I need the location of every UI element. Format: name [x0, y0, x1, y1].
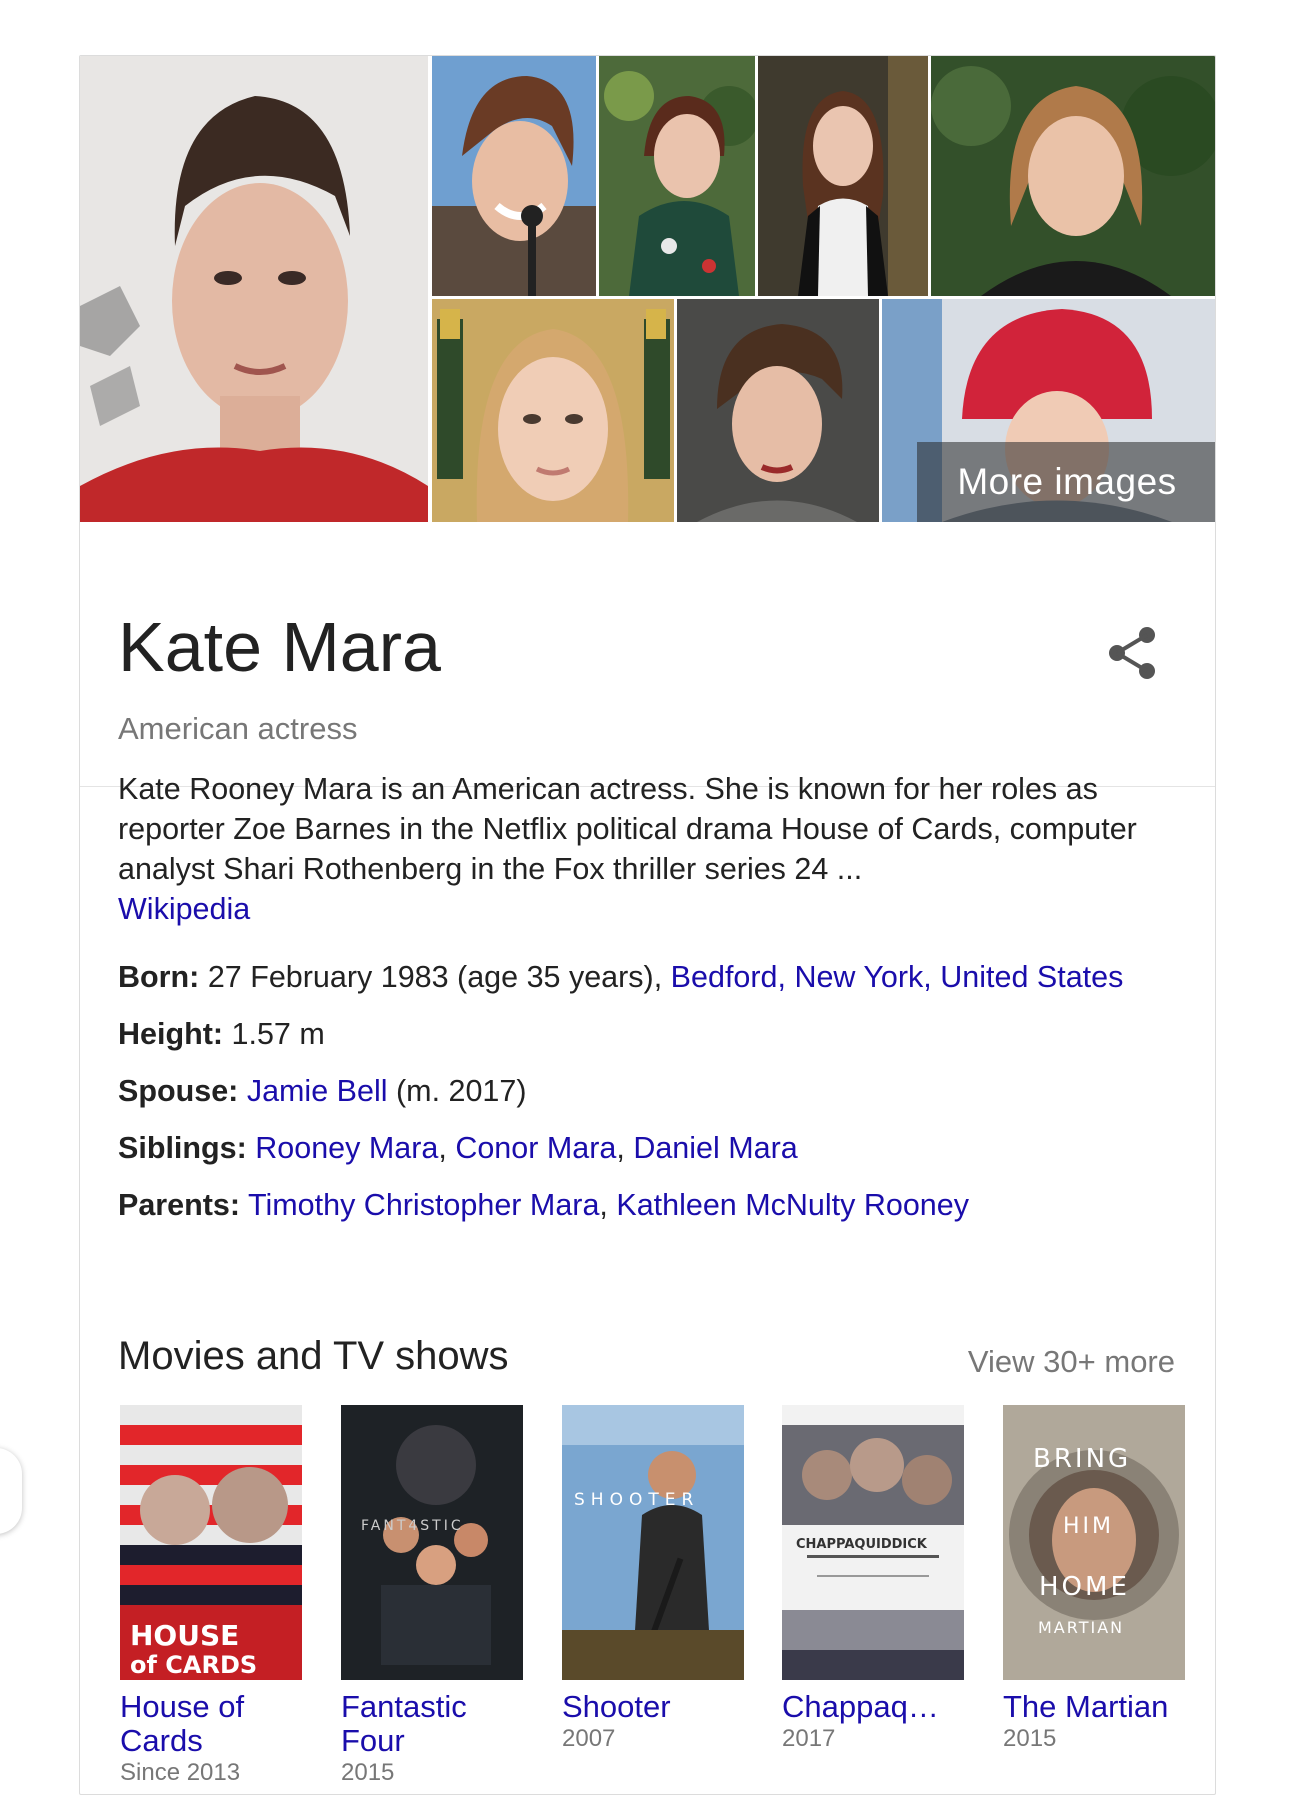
- gallery-image-4[interactable]: [758, 56, 928, 296]
- gallery-image-2[interactable]: [432, 56, 596, 296]
- gallery-image-7[interactable]: [677, 299, 879, 522]
- parent-link[interactable]: Timothy Christopher Mara: [248, 1188, 599, 1222]
- movie-year: 2017: [782, 1725, 836, 1752]
- image-gallery: More images: [80, 56, 1215, 522]
- movie-year: 2007: [562, 1725, 616, 1752]
- movie-card-shooter[interactable]: SHOOTER Shooter 2007: [562, 1405, 746, 1754]
- entity-subtitle: American actress: [118, 711, 358, 746]
- gallery-image-6[interactable]: [432, 299, 674, 522]
- movie-title[interactable]: Shooter: [562, 1690, 746, 1724]
- movie-card-fantastic-four[interactable]: FANT4STIC Fantastic Four 2015: [341, 1405, 525, 1788]
- entity-name: Kate Mara: [118, 608, 441, 686]
- fact-born: Born: 27 February 1983 (age 35 years), B…: [118, 957, 1188, 997]
- movie-poster[interactable]: BRING HIM HOME MARTIAN: [1003, 1405, 1185, 1680]
- poster-title-text: BRING: [1033, 1444, 1131, 1474]
- movie-poster[interactable]: HOUSE of CARDS: [120, 1405, 302, 1680]
- movie-year: Since 2013: [120, 1759, 241, 1786]
- fact-label: Parents:: [118, 1188, 241, 1222]
- fact-height: Height: 1.57 m: [118, 1014, 1188, 1054]
- movie-title[interactable]: Cards: [120, 1724, 304, 1758]
- movie-title[interactable]: Chappaq…: [782, 1690, 966, 1724]
- fact-spouse: Spouse: Jamie Bell (m. 2017): [118, 1071, 1188, 1111]
- fact-value: 27 February 1983 (age 35 years),: [207, 960, 671, 994]
- separator: ,: [438, 1131, 456, 1165]
- main-portrait-image[interactable]: [80, 56, 428, 522]
- separator: ,: [599, 1188, 617, 1222]
- gallery-image-8[interactable]: More images: [882, 299, 1215, 522]
- movie-card-chappaquiddick[interactable]: CHAPPAQUIDDICK Chappaq… 2017: [782, 1405, 966, 1754]
- poster-title-text: SHOOTER: [574, 1490, 699, 1510]
- movie-card-the-martian[interactable]: BRING HIM HOME MARTIAN The Martian 2015: [1003, 1405, 1187, 1754]
- movies-heading: Movies and TV shows: [118, 1334, 509, 1378]
- parent-link[interactable]: Kathleen McNulty Rooney: [616, 1188, 969, 1222]
- fact-label: Spouse:: [118, 1074, 239, 1108]
- poster-title-text: HOME: [1039, 1572, 1130, 1602]
- fact-value: 1.57 m: [231, 1017, 325, 1051]
- poster-title-text: CHAPPAQUIDDICK: [796, 1537, 928, 1552]
- more-images-button[interactable]: More images: [917, 442, 1215, 522]
- sibling-link[interactable]: Daniel Mara: [633, 1131, 797, 1165]
- facts-list: Born: 27 February 1983 (age 35 years), B…: [118, 957, 1188, 1242]
- movie-year: 2015: [341, 1759, 395, 1786]
- gallery-image-5[interactable]: [931, 56, 1215, 296]
- gallery-image-3[interactable]: [599, 56, 755, 296]
- poster-title-text: of CARDS: [130, 1651, 257, 1679]
- poster-title-text: MARTIAN: [1038, 1618, 1124, 1637]
- poster-title-text: HOUSE: [130, 1619, 239, 1652]
- sibling-link[interactable]: Conor Mara: [455, 1131, 616, 1165]
- poster-title-text: HIM: [1063, 1514, 1114, 1539]
- movie-poster[interactable]: SHOOTER: [562, 1405, 744, 1680]
- separator: ,: [616, 1131, 634, 1165]
- movie-year: 2015: [1003, 1725, 1057, 1752]
- movie-title[interactable]: The Martian: [1003, 1690, 1187, 1724]
- title-section: Kate Mara American actress: [80, 522, 1215, 787]
- movie-title[interactable]: House of: [120, 1690, 304, 1724]
- view-more-link[interactable]: View 30+ more: [968, 1344, 1175, 1380]
- wikipedia-link[interactable]: Wikipedia: [118, 892, 250, 926]
- share-icon[interactable]: [1107, 626, 1157, 680]
- description-text: Kate Rooney Mara is an American actress.…: [118, 772, 1137, 886]
- movie-title[interactable]: Four: [341, 1724, 525, 1758]
- fact-value: (m. 2017): [396, 1074, 527, 1108]
- birthplace-link[interactable]: Bedford, New York, United States: [671, 960, 1124, 994]
- fact-label: Born:: [118, 960, 200, 994]
- fact-label: Height:: [118, 1017, 224, 1051]
- entity-description: Kate Rooney Mara is an American actress.…: [118, 769, 1188, 929]
- movie-title[interactable]: Fantastic: [341, 1690, 525, 1724]
- movie-poster[interactable]: CHAPPAQUIDDICK: [782, 1405, 964, 1680]
- movie-card-house-of-cards[interactable]: HOUSE of CARDS House of Cards Since 2013: [120, 1405, 304, 1788]
- fact-label: Siblings:: [118, 1131, 247, 1165]
- knowledge-panel: More images Kate Mara American actress K…: [79, 55, 1216, 1795]
- spouse-link[interactable]: Jamie Bell: [247, 1074, 388, 1108]
- carousel-scroll-button[interactable]: [0, 1448, 22, 1534]
- fact-parents: Parents: Timothy Christopher Mara, Kathl…: [118, 1185, 1188, 1225]
- fact-siblings: Siblings: Rooney Mara, Conor Mara, Danie…: [118, 1128, 1188, 1168]
- movie-poster[interactable]: FANT4STIC: [341, 1405, 523, 1680]
- sibling-link[interactable]: Rooney Mara: [255, 1131, 438, 1165]
- poster-title-text: FANT4STIC: [361, 1518, 464, 1534]
